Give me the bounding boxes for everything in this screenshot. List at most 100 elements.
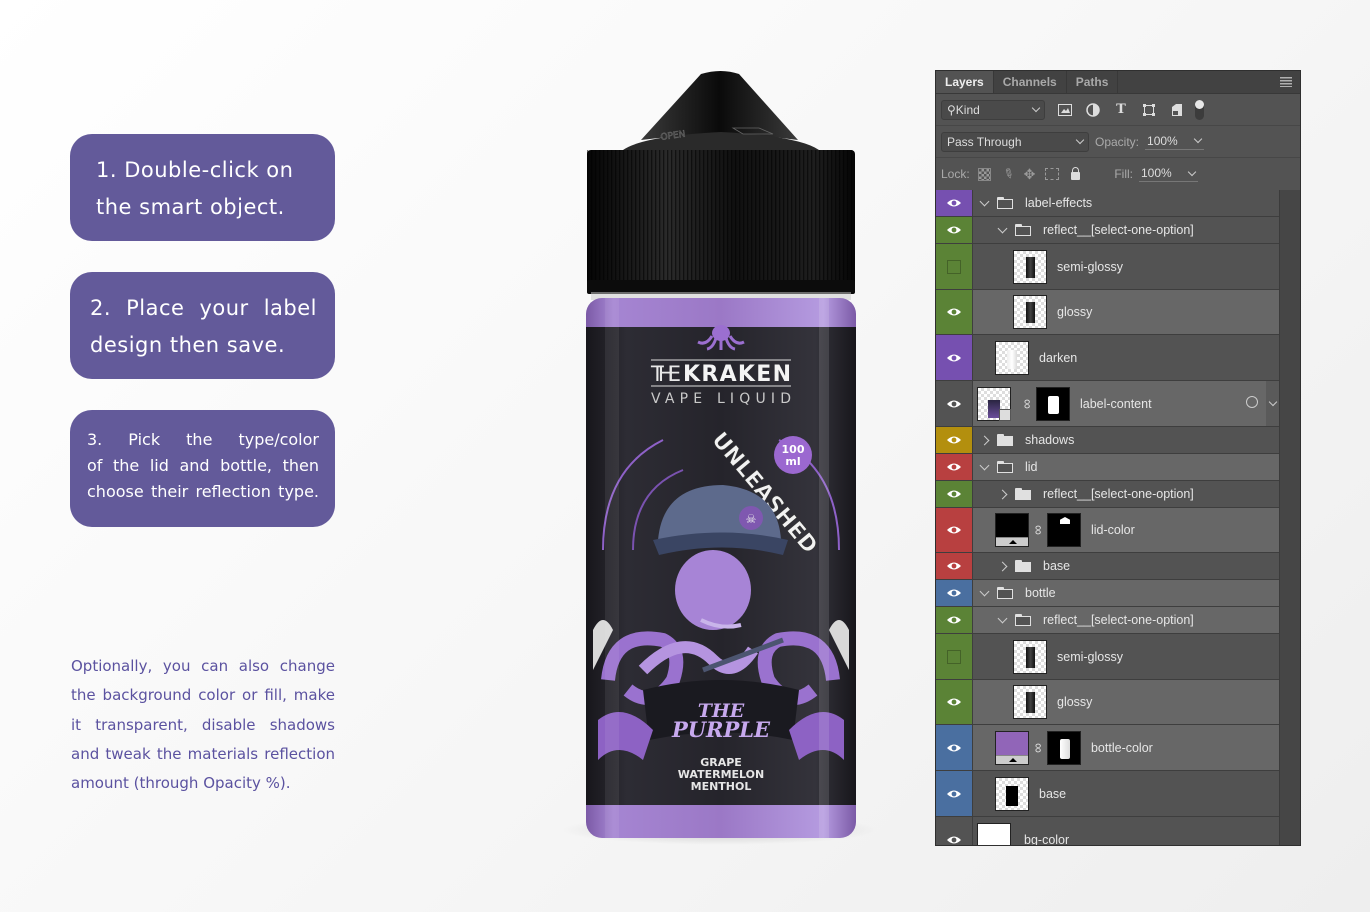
layer-row[interactable]: glossy [936, 290, 1280, 335]
mask-link-icon[interactable]: ∞ [1020, 399, 1036, 409]
tab-channels[interactable]: Channels [994, 71, 1067, 93]
fill-field[interactable]: 100% [1139, 166, 1198, 182]
folder-icon [997, 197, 1013, 209]
layer-options-chevron-icon[interactable] [1266, 381, 1280, 426]
visibility-eye-icon[interactable] [936, 580, 973, 606]
layer-row[interactable]: reflect__[select-one-option] [936, 217, 1280, 244]
folder-icon [997, 434, 1013, 446]
visibility-eye-icon[interactable] [936, 381, 973, 426]
layer-name: shadows [1025, 433, 1075, 447]
adjustment-filter-icon[interactable] [1085, 102, 1101, 118]
layer-row[interactable]: darken [936, 335, 1280, 381]
layers-scrollbar[interactable] [1279, 190, 1300, 845]
layer-row[interactable]: bg-color [936, 817, 1280, 845]
collapse-chevron-icon[interactable] [979, 435, 989, 445]
optional-line: Optionally, you can also change [71, 657, 335, 675]
filter-toggle[interactable] [1195, 99, 1204, 120]
mask-link-icon[interactable]: ∞ [1031, 743, 1047, 753]
step-1-line-2: the smart object. [96, 195, 285, 219]
lock-all-icon[interactable] [1071, 167, 1081, 180]
lock-artboard-icon[interactable] [1045, 168, 1060, 180]
visibility-eye-icon[interactable] [936, 553, 973, 579]
visibility-eye-icon[interactable] [936, 427, 973, 453]
layer-name: glossy [1057, 695, 1093, 709]
shape-filter-icon[interactable] [1141, 102, 1157, 118]
brand-the: THE [650, 362, 681, 386]
opacity-field[interactable]: 100% [1145, 134, 1205, 150]
tab-paths[interactable]: Paths [1067, 71, 1119, 93]
visibility-eye-icon[interactable] [936, 190, 973, 216]
visibility-eye-icon[interactable] [936, 680, 973, 724]
visibility-eye-icon[interactable] [936, 454, 973, 480]
tab-layers[interactable]: Layers [936, 71, 994, 93]
lock-position-icon[interactable]: ✥ [1024, 166, 1036, 183]
filter-kind-dropdown[interactable]: ⚲Kind [941, 99, 1045, 120]
optional-line: amount (through Opacity %). [71, 774, 291, 793]
brand-subtitle: VAPE LIQUID [651, 391, 791, 407]
visibility-eye-icon[interactable] [936, 508, 973, 552]
lock-image-icon[interactable]: ✎ [999, 164, 1017, 183]
layer-row[interactable]: lid [936, 454, 1280, 481]
layer-row[interactable]: base [936, 553, 1280, 580]
lock-transparent-icon[interactable] [977, 167, 991, 181]
folder-icon [1015, 224, 1031, 236]
layer-row[interactable]: reflect__[select-one-option] [936, 481, 1280, 508]
layer-row[interactable]: base [936, 771, 1280, 817]
blend-mode-dropdown[interactable]: Pass Through [941, 131, 1089, 152]
expand-chevron-icon[interactable] [997, 613, 1007, 625]
layer-name: bottle-color [1090, 740, 1153, 755]
instruction-step-1: 1. Double-click on the smart object. [70, 134, 335, 241]
layer-thumbnail [1013, 249, 1047, 284]
bottle-mockup: OPEN THE KRAKEN VAPE LIQUID 100 ml UNLEA… [586, 71, 856, 838]
layer-row[interactable]: semi-glossy [936, 634, 1280, 680]
layer-row[interactable]: bottle [936, 580, 1280, 607]
expand-chevron-icon[interactable] [979, 586, 989, 598]
image-filter-icon[interactable] [1057, 102, 1073, 118]
visibility-eye-icon[interactable] [936, 481, 973, 507]
layer-row[interactable]: semi-glossy [936, 244, 1280, 290]
layer-row[interactable]: ∞ bottle-color [936, 725, 1280, 771]
expand-chevron-icon[interactable] [997, 223, 1007, 235]
search-icon: ⚲ [947, 102, 956, 117]
flavor-note-3: MENTHOL [691, 780, 752, 793]
visibility-eye-icon[interactable] [936, 290, 973, 334]
collapse-chevron-icon[interactable] [997, 489, 1007, 499]
panel-tabs: Layers Channels Paths [936, 71, 1300, 94]
type-filter-icon[interactable]: T [1113, 102, 1129, 118]
layer-row[interactable]: reflect__[select-one-option] [936, 607, 1280, 634]
visibility-eye-icon[interactable] [936, 335, 973, 380]
expand-chevron-icon[interactable] [979, 196, 989, 208]
layer-mask-thumbnail[interactable] [1035, 386, 1070, 421]
fill-layer-thumbnail [995, 513, 1029, 547]
collapse-chevron-icon[interactable] [997, 561, 1007, 571]
visibility-eye-icon[interactable] [936, 607, 973, 633]
blend-mode-value: Pass Through [947, 134, 1022, 149]
step-3-line-3: choose their reflection type. [87, 482, 319, 501]
layer-row[interactable]: shadows [936, 427, 1280, 454]
expand-chevron-icon[interactable] [979, 460, 989, 472]
layer-row[interactable]: label-effects [936, 190, 1280, 217]
visibility-eye-icon[interactable] [936, 217, 973, 243]
layer-mask-thumbnail[interactable] [1046, 730, 1081, 765]
visibility-eye-icon[interactable] [936, 725, 973, 770]
step-3-line-1: 3. Pick the type/color [87, 430, 319, 449]
mask-link-icon[interactable]: ∞ [1031, 525, 1047, 535]
layer-row[interactable]: ∞ lid-color [936, 508, 1280, 553]
chevron-down-icon [1031, 103, 1041, 113]
panel-menu-icon[interactable] [1280, 77, 1292, 87]
smart-object-thumbnail [977, 386, 1011, 421]
layer-row[interactable]: glossy [936, 680, 1280, 725]
layer-row[interactable]: ∞ label-content [936, 381, 1280, 427]
layer-thumbnail [1013, 295, 1047, 329]
layers-list: label-effects reflect__[select-one-option… [936, 190, 1280, 845]
visibility-toggle[interactable] [936, 634, 973, 679]
visibility-eye-icon[interactable] [936, 771, 973, 816]
layer-name: semi-glossy [1057, 259, 1123, 274]
chevron-down-icon [1193, 134, 1203, 144]
smart-object-filter-icon[interactable] [1169, 102, 1185, 118]
lock-row: Lock: ✎ ✥ Fill: 100% [936, 158, 1300, 191]
visibility-toggle[interactable] [936, 244, 973, 289]
layer-mask-thumbnail[interactable] [1046, 513, 1081, 547]
visibility-eye-icon[interactable] [936, 817, 973, 845]
blend-clipping-icon[interactable] [1246, 396, 1258, 408]
